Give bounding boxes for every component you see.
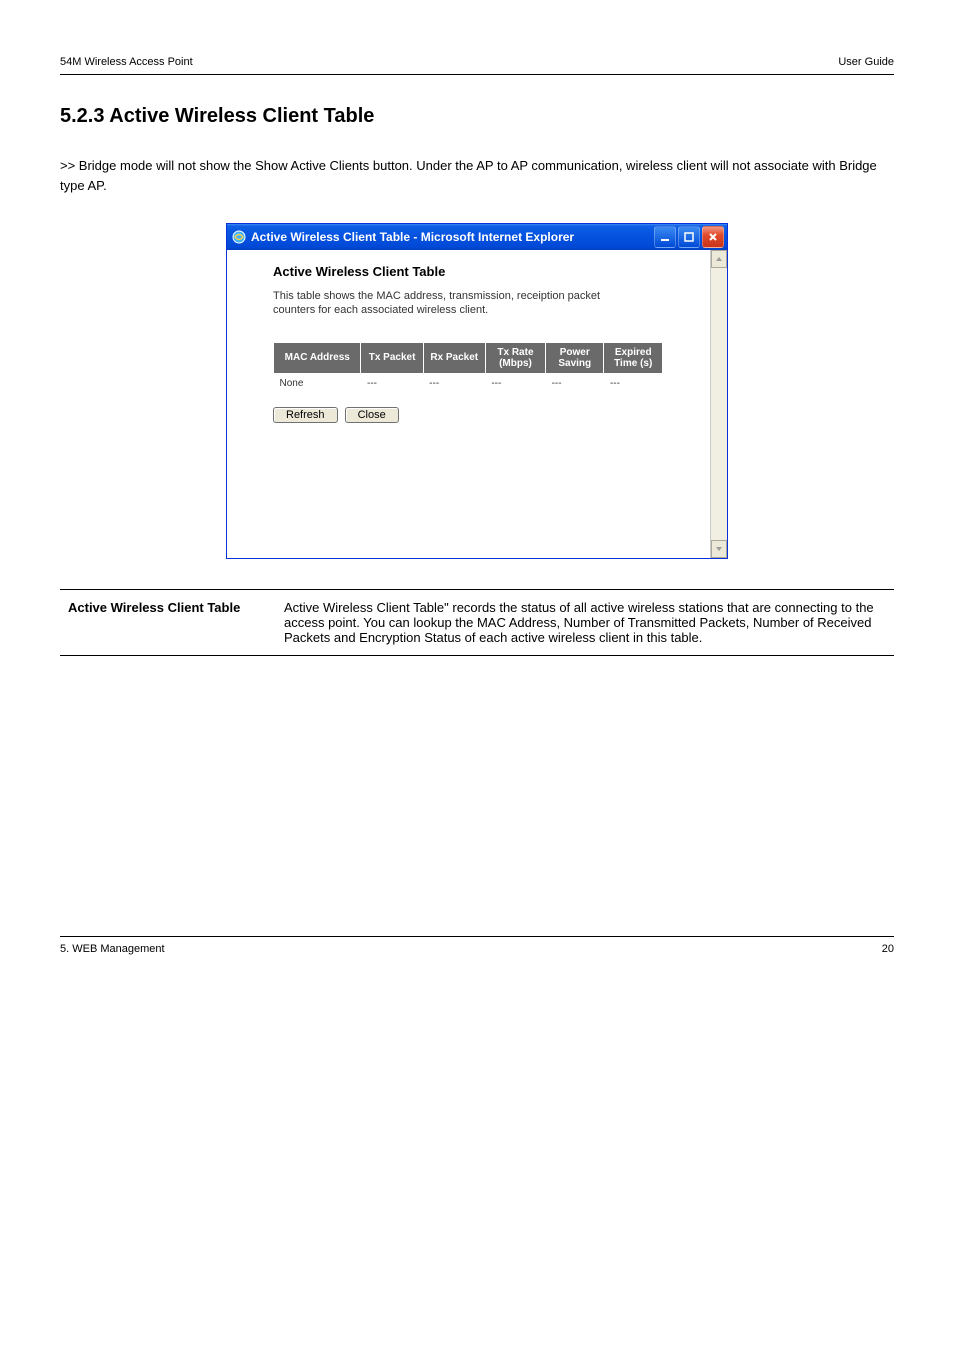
col-tx-rate: Tx Rate (Mbps) xyxy=(485,342,545,373)
header-left: 54M Wireless Access Point xyxy=(60,56,193,68)
col-tx-packet: Tx Packet xyxy=(361,342,423,373)
scrollbar[interactable] xyxy=(710,250,727,558)
scroll-track[interactable] xyxy=(711,268,727,540)
col-expired: Expired Time (s) xyxy=(604,342,663,373)
content-description: This table shows the MAC address, transm… xyxy=(273,289,633,318)
content-heading: Active Wireless Client Table xyxy=(273,264,696,279)
cell-power-saving: --- xyxy=(546,373,604,393)
table-row: None --- --- --- --- --- xyxy=(274,373,663,393)
header-right: User Guide xyxy=(838,56,894,68)
titlebar[interactable]: Active Wireless Client Table - Microsoft… xyxy=(227,224,727,250)
window-title: Active Wireless Client Table - Microsoft… xyxy=(251,230,654,244)
footer-left: 5. WEB Management xyxy=(60,943,165,955)
content-pane: Active Wireless Client Table This table … xyxy=(227,250,710,558)
close-button[interactable] xyxy=(702,226,724,248)
ie-icon xyxy=(231,229,247,245)
section-title: 5.2.3 Active Wireless Client Table xyxy=(60,105,894,128)
footer-right: 20 xyxy=(882,943,894,955)
def-label: Active Wireless Client Table xyxy=(60,590,276,656)
cell-expired: --- xyxy=(604,373,663,393)
cell-rx-packet: --- xyxy=(423,373,485,393)
bridge-note: >> Bridge mode will not show the Show Ac… xyxy=(60,156,894,195)
definition-table: Active Wireless Client Table Active Wire… xyxy=(60,589,894,656)
col-rx-packet: Rx Packet xyxy=(423,342,485,373)
close-dialog-button[interactable]: Close xyxy=(345,407,399,423)
cell-tx-packet: --- xyxy=(361,373,423,393)
client-table: MAC Address Tx Packet Rx Packet Tx Rate … xyxy=(273,342,663,393)
minimize-button[interactable] xyxy=(654,226,676,248)
browser-window: Active Wireless Client Table - Microsoft… xyxy=(226,223,728,559)
scroll-up-icon[interactable] xyxy=(711,250,727,268)
col-power-saving: Power Saving xyxy=(546,342,604,373)
page-header: 54M Wireless Access Point User Guide xyxy=(60,56,894,75)
scroll-down-icon[interactable] xyxy=(711,540,727,558)
maximize-button[interactable] xyxy=(678,226,700,248)
refresh-button[interactable]: Refresh xyxy=(273,407,338,423)
cell-tx-rate: --- xyxy=(485,373,545,393)
col-mac: MAC Address xyxy=(274,342,361,373)
cell-mac: None xyxy=(274,373,361,393)
page-footer: 5. WEB Management 20 xyxy=(60,936,894,955)
def-text: Active Wireless Client Table" records th… xyxy=(276,590,894,656)
